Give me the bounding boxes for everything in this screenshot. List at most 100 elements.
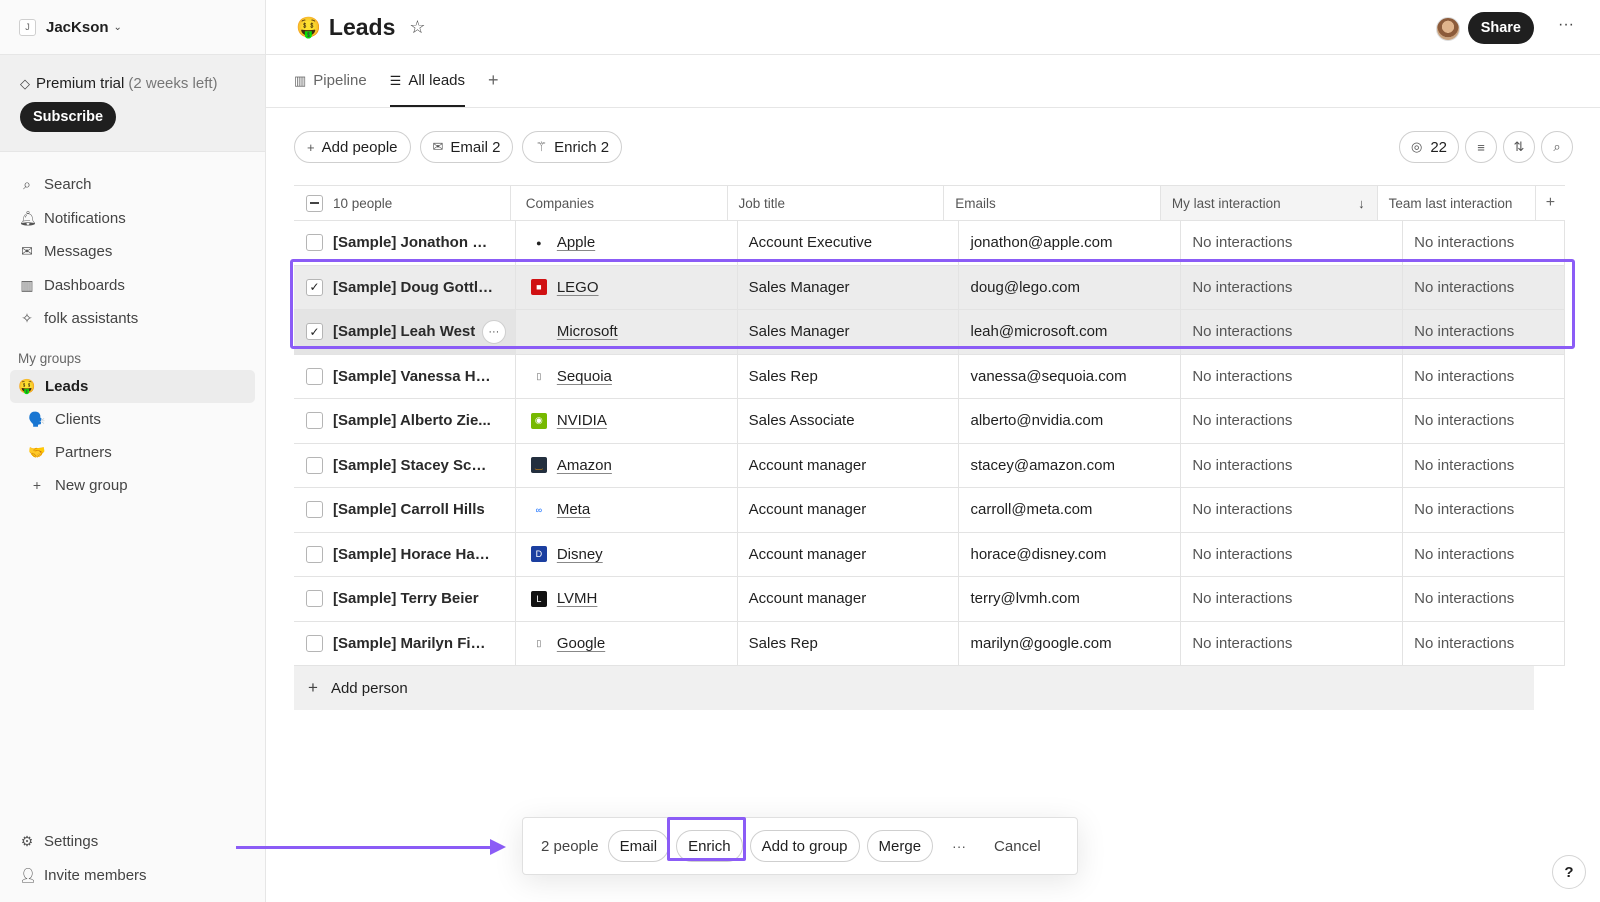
cell-name[interactable]: [Sample] Carroll Hills [294,488,516,532]
table-row[interactable]: ✓ [Sample] Leah West ··· Microsoft Sales… [294,310,1566,355]
cell-team-last-interaction[interactable]: No interactions [1403,443,1566,487]
cell-email[interactable]: stacey@amazon.com [959,443,1182,487]
cell-job-title[interactable]: Account manager [738,532,960,576]
more-icon[interactable]: ··· [952,838,966,854]
select-all-checkbox[interactable] [306,194,323,212]
header-my-last-interaction[interactable]: My last interaction ↓ [1160,186,1378,220]
company-link[interactable]: Disney [557,546,603,563]
row-checkbox[interactable] [306,412,323,430]
person-name[interactable]: [Sample] Leah West [333,323,475,340]
table-row[interactable]: [Sample] Stacey Schu... ‿ Amazon Account… [294,443,1566,488]
filter-button[interactable]: ≡ [1465,131,1497,163]
cell-team-last-interaction[interactable]: No interactions [1403,577,1566,621]
person-name[interactable]: [Sample] Jonathon Ku... [333,234,493,251]
cell-job-title[interactable]: Sales Associate [738,399,960,443]
group-leads[interactable]: 🤑 Leads [10,369,255,403]
cell-team-last-interaction[interactable]: No interactions [1403,399,1566,443]
cell-my-last-interaction[interactable]: No interactions [1181,577,1404,621]
person-name[interactable]: [Sample] Stacey Schu... [333,457,493,474]
table-row[interactable]: [Sample] Carroll Hills ∞ Meta Account ma… [294,488,1566,533]
cell-my-last-interaction[interactable]: No interactions [1181,265,1404,309]
enrich-button[interactable]: ⚚ Enrich 2 [522,131,623,163]
cancel-button[interactable]: Cancel [994,838,1041,855]
search-button[interactable]: ⌕ [1541,131,1573,163]
row-checkbox[interactable] [306,634,323,652]
cell-my-last-interaction[interactable]: No interactions [1181,532,1404,576]
group-clients[interactable]: 🗣️ Clients [10,403,255,436]
cell-job-title[interactable]: Sales Rep [738,354,960,398]
cell-team-last-interaction[interactable]: No interactions [1403,488,1566,532]
cell-email[interactable]: vanessa@sequoia.com [959,354,1182,398]
company-link[interactable]: Google [557,635,605,652]
more-icon[interactable]: ··· [1558,16,1574,34]
hidden-fields-button[interactable]: ◎ 22 [1398,131,1459,163]
row-checkbox[interactable] [306,456,323,474]
table-row[interactable]: [Sample] Alberto Zie... ◉ NVIDIA Sales A… [294,399,1566,444]
nav-notifications[interactable]: 🔔︎ Notifications [0,202,265,236]
cell-my-last-interaction[interactable]: No interactions [1181,488,1404,532]
add-people-button[interactable]: + Add people [294,131,411,163]
cell-company[interactable]: ● Apple [516,221,738,265]
sort-button[interactable]: ⇅ [1503,131,1535,163]
company-link[interactable]: Meta [557,501,590,518]
cell-team-last-interaction[interactable]: No interactions [1403,621,1566,665]
person-name[interactable]: [Sample] Alberto Zie... [333,412,491,429]
cell-company[interactable]: ∞ Meta [516,488,738,532]
cell-email[interactable]: jonathon@apple.com [959,221,1182,265]
cell-my-last-interaction[interactable]: No interactions [1181,399,1404,443]
nav-invite-members[interactable]: 👤︎ Invite members [0,859,265,893]
cell-my-last-interaction[interactable]: No interactions [1181,621,1404,665]
cell-job-title[interactable]: Account manager [738,488,960,532]
cell-my-last-interaction[interactable]: No interactions [1181,310,1404,354]
row-checkbox[interactable] [306,590,323,608]
row-more-icon[interactable]: ··· [481,319,506,344]
header-team-last-interaction[interactable]: Team last interaction [1378,186,1536,220]
company-link[interactable]: Apple [557,234,595,251]
header-emails[interactable]: Emails [944,186,1161,220]
cell-team-last-interaction[interactable]: No interactions [1403,532,1566,576]
cell-company[interactable]: ■ LEGO [516,265,738,309]
group-partners[interactable]: 🤝 Partners [10,436,255,469]
new-group-button[interactable]: + New group [10,469,255,502]
add-person-button[interactable]: + Add person [294,666,1534,710]
cell-name[interactable]: [Sample] Alberto Zie... [294,399,516,443]
cell-name[interactable]: [Sample] Terry Beier [294,577,516,621]
subscribe-button[interactable]: Subscribe [20,102,117,132]
row-checkbox[interactable]: ✓ [306,323,323,341]
table-row[interactable]: [Sample] Marilyn Fisher ▯ Google Sales R… [294,621,1566,666]
cell-company[interactable]: D Disney [516,532,738,576]
company-link[interactable]: Microsoft [557,323,618,340]
cell-email[interactable]: doug@lego.com [959,265,1182,309]
row-checkbox[interactable] [306,545,323,563]
cell-name[interactable]: ✓ [Sample] Leah West ··· [294,310,516,354]
nav-dashboards[interactable]: ▥ Dashboards [0,269,265,303]
person-name[interactable]: [Sample] Vanessa Hic... [333,368,493,385]
table-row[interactable]: [Sample] Horace Hamill D Disney Account … [294,532,1566,577]
nav-folk-assistants[interactable]: ✧ folk assistants [0,302,265,336]
row-checkbox[interactable] [306,234,323,252]
cell-company[interactable]: ▯ Sequoia [516,354,738,398]
email-button[interactable]: ✉ Email 2 [419,131,514,163]
tab-all-leads[interactable]: ☰ All leads [389,54,466,107]
table-row[interactable]: [Sample] Vanessa Hic... ▯ Sequoia Sales … [294,354,1566,399]
cell-name[interactable]: [Sample] Stacey Schu... [294,443,516,487]
row-checkbox[interactable] [306,501,323,519]
cell-email[interactable]: terry@lvmh.com [959,577,1182,621]
cell-name[interactable]: [Sample] Vanessa Hic... [294,354,516,398]
cell-job-title[interactable]: Account Executive [738,221,960,265]
header-companies[interactable]: Companies [511,186,728,220]
cell-name[interactable]: [Sample] Jonathon Ku... [294,221,516,265]
merge-button[interactable]: Merge [866,830,934,862]
cell-company[interactable]: L LVMH [516,577,738,621]
enrich-action-button[interactable]: Enrich [676,830,743,862]
workspace-switcher[interactable]: J JacKson ⌄ [0,0,265,55]
cell-email[interactable]: alberto@nvidia.com [959,399,1182,443]
cell-name[interactable]: ✓ [Sample] Doug Gottlieb [294,265,516,309]
person-name[interactable]: [Sample] Horace Hamill [333,546,493,563]
cell-name[interactable]: [Sample] Marilyn Fisher [294,621,516,665]
header-job-title[interactable]: Job title [728,186,945,220]
cell-name[interactable]: [Sample] Horace Hamill [294,532,516,576]
table-row[interactable]: [Sample] Jonathon Ku... ● Apple Account … [294,221,1566,266]
cell-company[interactable]: ‿ Amazon [516,443,738,487]
cell-team-last-interaction[interactable]: No interactions [1403,265,1566,309]
